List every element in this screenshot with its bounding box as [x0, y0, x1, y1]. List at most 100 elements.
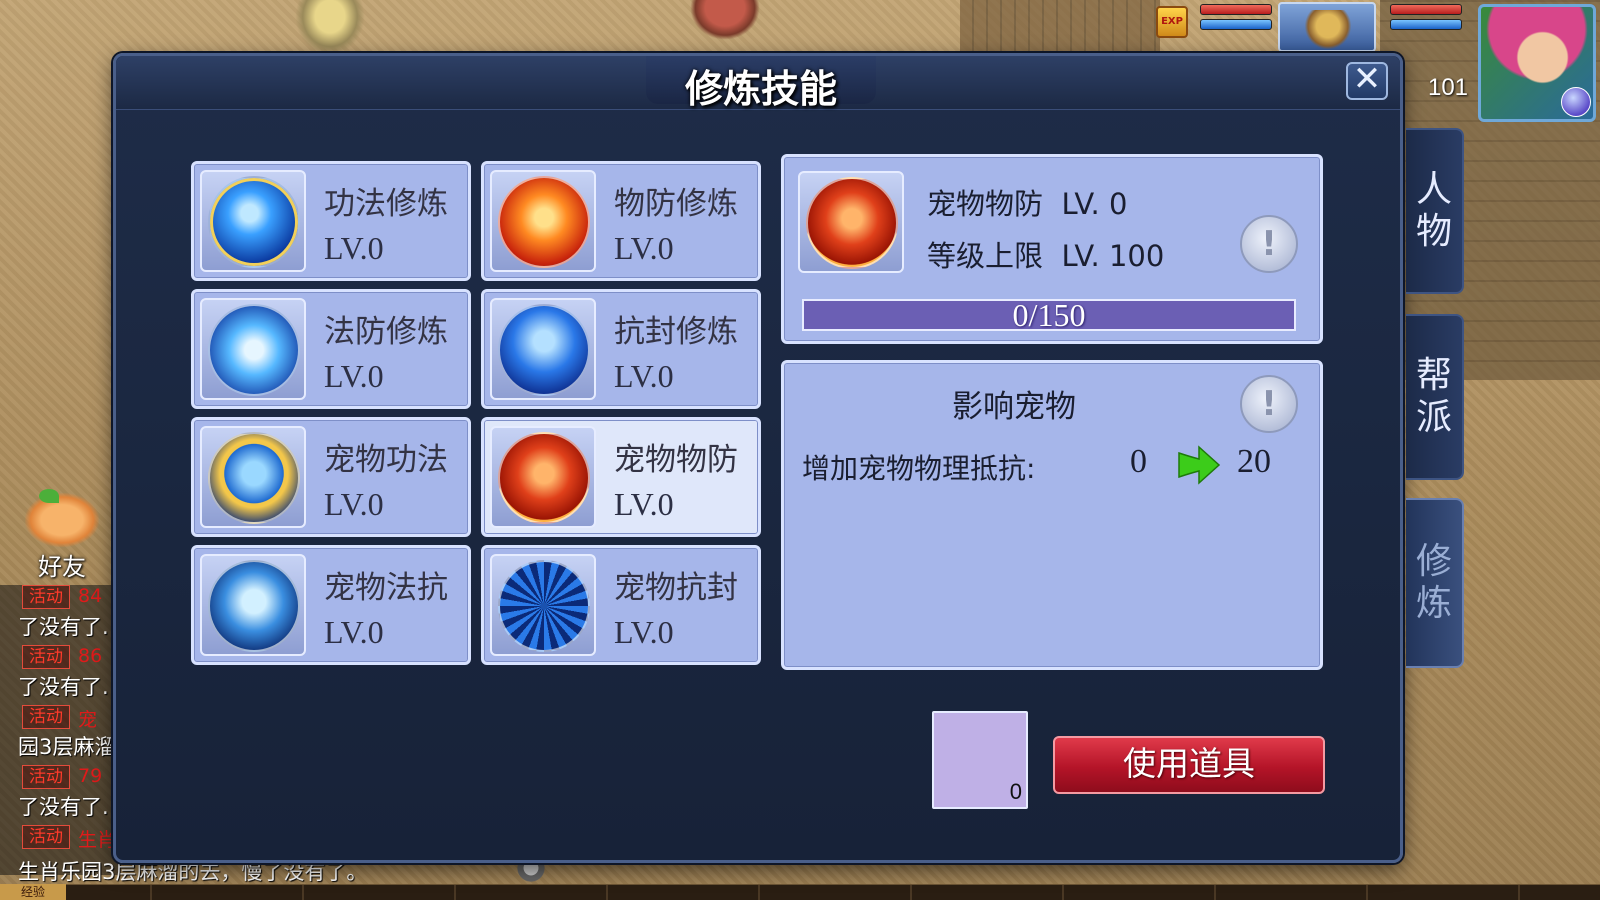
- pet-portrait[interactable]: [1278, 2, 1376, 52]
- skill-level: LV.0: [324, 614, 384, 650]
- chat-line: 活动 79 了没有了.: [0, 765, 120, 825]
- background-statue: [690, 0, 760, 40]
- skill-icon-frame: [200, 426, 306, 528]
- player-level: 101: [1427, 74, 1469, 101]
- detail-skill-level: LV. 0: [1061, 187, 1128, 221]
- skill-card-pet-kangfeng[interactable]: 宠物抗封 LV.0: [481, 545, 761, 665]
- skill-card-fafang[interactable]: 法防修炼 LV.0: [191, 289, 471, 409]
- skill-icon-frame: [490, 554, 596, 656]
- skill-level: LV.0: [614, 614, 674, 650]
- chat-channel-tag: 活动: [22, 705, 70, 729]
- skill-level: LV.0: [324, 486, 384, 522]
- background-tree: [295, 0, 365, 55]
- affect-info-button[interactable]: !: [1240, 375, 1298, 433]
- shield-cat-icon: [498, 560, 590, 652]
- chat-line: 活动 宠 园3层麻溜: [0, 705, 120, 765]
- skill-name: 宠物物防: [614, 442, 738, 478]
- affect-pet-card: 影响宠物 ! 增加宠物物理抵抗: 0 20: [781, 360, 1323, 670]
- exp-bonus-icon[interactable]: EXP: [1156, 6, 1188, 38]
- tab-label: 修炼: [1416, 541, 1452, 625]
- skill-card-gongfa[interactable]: 功法修炼 LV.0: [191, 161, 471, 281]
- detail-icon-frame: [798, 171, 904, 273]
- chat-message: 园3层麻溜: [18, 735, 116, 759]
- skill-icon-frame: [490, 298, 596, 400]
- fire-turtle-icon: [498, 176, 590, 268]
- chat-channel-tag: 活动: [22, 585, 70, 609]
- background-roof: [960, 0, 1160, 60]
- chat-sender: 宠: [78, 709, 98, 731]
- skill-icon-frame: [200, 298, 306, 400]
- detail-skill-title: 宠物物防: [927, 187, 1044, 221]
- exclamation-icon: !: [1261, 384, 1277, 424]
- pet-mp-bar: [1200, 19, 1272, 30]
- skill-level: LV.0: [614, 358, 674, 394]
- experience-label: 经验: [0, 884, 66, 900]
- skill-name: 宠物法抗: [324, 570, 448, 606]
- item-slot[interactable]: 0: [932, 711, 1028, 809]
- player-status-bars: [1390, 4, 1462, 34]
- skill-card-wufang[interactable]: 物防修炼 LV.0: [481, 161, 761, 281]
- detail-level-cap: 等级上限 LV. 100: [927, 233, 1164, 275]
- cultivation-panel: 修炼技能 ✕ 功法修炼 LV.0 物防修炼 LV.0 法防修炼 LV.0 抗封修…: [113, 53, 1403, 863]
- skill-card-kangfeng[interactable]: 抗封修炼 LV.0: [481, 289, 761, 409]
- exp-progress-text: 0/150: [1012, 297, 1086, 333]
- green-arrow-icon: [1178, 445, 1221, 485]
- water-swirl-icon: [498, 304, 590, 396]
- blue-dragon-icon: [208, 176, 300, 268]
- player-hp-bar: [1390, 4, 1462, 15]
- experience-bar: [0, 884, 1600, 900]
- handshake-icon: [25, 489, 99, 547]
- flame-beast-icon: [498, 432, 590, 524]
- tab-guild[interactable]: 帮派: [1406, 314, 1464, 480]
- use-item-button[interactable]: 使用道具: [1053, 736, 1325, 794]
- exclamation-icon: !: [1261, 224, 1277, 264]
- tab-label: 帮派: [1416, 355, 1452, 439]
- skill-level: LV.0: [614, 230, 674, 266]
- skill-card-pet-wufang[interactable]: 宠物物防 LV.0: [481, 417, 761, 537]
- chat-sender: 86: [78, 645, 103, 667]
- affect-title: 影响宠物: [952, 389, 1076, 425]
- stat-current-value: 0: [1130, 443, 1147, 480]
- close-icon: ✕: [1352, 59, 1382, 99]
- chat-message: 了没有了.: [18, 615, 109, 639]
- level-cap-value: LV. 100: [1061, 239, 1165, 273]
- skill-detail-card: 宠物物防 LV. 0 等级上限 LV. 100 ! 0/150: [781, 154, 1323, 344]
- tab-label-char: 人: [1415, 169, 1452, 210]
- chat-sender: 生肖: [78, 829, 117, 851]
- skill-card-pet-gongfa[interactable]: 宠物功法 LV.0: [191, 417, 471, 537]
- chat-message: 了没有了.: [18, 675, 109, 699]
- skill-name: 功法修炼: [324, 186, 448, 222]
- tab-character[interactable]: 人物: [1406, 128, 1464, 294]
- stat-change-row: 增加宠物物理抵抗: 0 20: [802, 443, 1302, 487]
- panel-title: 修炼技能: [684, 67, 837, 111]
- detail-info-button[interactable]: !: [1240, 215, 1298, 273]
- chat-panel[interactable]: 活动 84 了没有了. 活动 86 了没有了. 活动 宠 园3层麻溜 活动 79…: [0, 585, 120, 875]
- skill-icon-frame: [490, 426, 596, 528]
- tab-label-char: 修: [1415, 541, 1452, 582]
- status-orb-icon: [1561, 87, 1591, 117]
- player-portrait[interactable]: [1478, 4, 1596, 122]
- detail-skill-name: 宠物物防 LV. 0: [927, 181, 1127, 223]
- tab-label-char: 派: [1415, 397, 1452, 438]
- tab-cultivation[interactable]: 修炼: [1406, 498, 1464, 668]
- skill-icon-frame: [200, 554, 306, 656]
- close-button[interactable]: ✕: [1346, 62, 1388, 100]
- skill-name: 法防修炼: [324, 314, 448, 350]
- level-cap-label: 等级上限: [927, 239, 1044, 273]
- flame-beast-icon: [806, 177, 898, 269]
- pet-hp-bar: [1200, 4, 1272, 15]
- ghost-cat-icon: [208, 560, 300, 652]
- skill-card-pet-fakang[interactable]: 宠物法抗 LV.0: [191, 545, 471, 665]
- chat-channel-tag: 活动: [22, 645, 70, 669]
- skill-name: 抗封修炼: [614, 314, 738, 350]
- aqua-shell-icon: [208, 304, 300, 396]
- skill-level: LV.0: [324, 230, 384, 266]
- chat-message: 了没有了.: [18, 795, 109, 819]
- chat-line: 活动 84 了没有了.: [0, 585, 120, 645]
- friends-button[interactable]: 好友: [22, 489, 102, 581]
- tab-label-char: 物: [1415, 211, 1452, 252]
- skill-name: 宠物抗封: [614, 570, 738, 606]
- player-mp-bar: [1390, 19, 1462, 30]
- skill-name: 物防修炼: [614, 186, 738, 222]
- chat-channel-tag: 活动: [22, 765, 70, 789]
